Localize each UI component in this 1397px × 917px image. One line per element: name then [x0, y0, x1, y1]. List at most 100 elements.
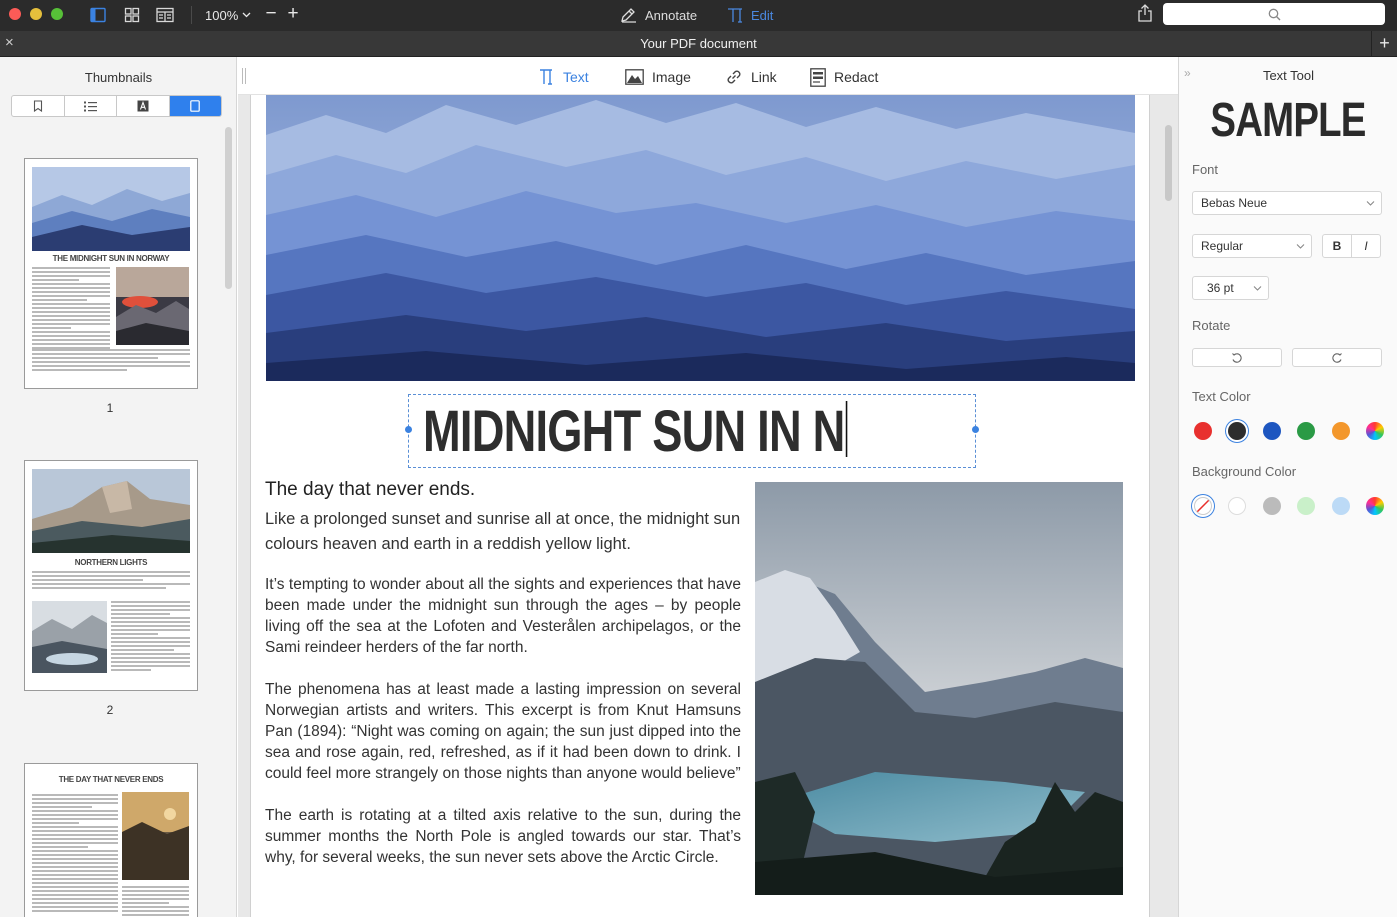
rotate-left-button[interactable]: [1192, 348, 1282, 367]
bookmarks-tab[interactable]: [12, 96, 65, 116]
search-input[interactable]: [1163, 3, 1385, 25]
font-family-value: Bebas Neue: [1201, 196, 1268, 210]
headline-text[interactable]: MIDNIGHT SUN IN N: [423, 398, 848, 465]
background-color-gray[interactable]: [1263, 497, 1281, 515]
grid-view-icon[interactable]: [123, 5, 141, 25]
chevron-down-icon: [1253, 286, 1262, 291]
thumbnail-photo: [116, 267, 189, 345]
list-icon: [83, 101, 97, 111]
image-tool-button[interactable]: Image: [625, 67, 691, 87]
chevron-down-icon: [1296, 244, 1305, 249]
pen-icon: [621, 8, 636, 23]
new-tab-button[interactable]: +: [1371, 31, 1397, 56]
font-style-value: Regular: [1201, 239, 1244, 253]
text-color-orange[interactable]: [1332, 422, 1350, 440]
text-tool-label: Text: [563, 69, 589, 85]
article-text-column[interactable]: The day that never ends. Like a prolonge…: [265, 479, 741, 889]
link-icon: [727, 70, 741, 84]
document-title: Your PDF document: [640, 36, 757, 51]
article-paragraph[interactable]: The phenomena has at least made a lastin…: [265, 679, 741, 784]
bookmark-icon: [33, 100, 42, 112]
thumbnail-heading: THE DAY THAT NEVER ENDS: [58, 775, 164, 784]
redact-icon: [810, 67, 826, 87]
bold-button[interactable]: B: [1322, 234, 1352, 258]
text-color-green[interactable]: [1297, 422, 1315, 440]
thumbnail-heading: THE MIDNIGHT SUN IN NORWAY: [52, 254, 170, 263]
text-tool-icon: [540, 69, 552, 85]
edit-mode-button[interactable]: Edit: [727, 4, 773, 26]
text-color-blue[interactable]: [1263, 422, 1281, 440]
document-canvas: MIDNIGHT SUN IN N The day that never end…: [238, 95, 1178, 917]
text-color-label: Text Color: [1192, 389, 1251, 404]
zoom-out-button[interactable]: −: [263, 3, 279, 25]
edit-label: Edit: [751, 7, 774, 23]
chevron-down-icon: [1366, 201, 1375, 206]
background-color-light-green[interactable]: [1297, 497, 1315, 515]
rotate-clockwise-icon: [1332, 352, 1342, 363]
outline-tab[interactable]: [65, 96, 117, 116]
zoom-dropdown[interactable]: 100%: [205, 6, 251, 24]
text-cursor-icon: [728, 8, 742, 23]
font-sample-preview: SAMPLE: [1179, 93, 1397, 148]
redact-tool-label: Redact: [834, 69, 879, 85]
text-tool-panel: » Text Tool SAMPLE Font Bebas Neue Regul…: [1178, 57, 1397, 917]
share-icon[interactable]: [1137, 4, 1155, 24]
mountain-hero-image[interactable]: [266, 95, 1135, 381]
window-close-button[interactable]: [9, 8, 21, 20]
window-maximize-button[interactable]: [51, 8, 63, 20]
document-scrollbar[interactable]: [1165, 125, 1172, 201]
background-color-custom-picker[interactable]: [1366, 497, 1384, 515]
edit-tools-toolbar: Text Image Link Redact: [238, 57, 1178, 95]
page-icon: [190, 100, 201, 112]
thumbnail-text-lines: [32, 349, 190, 373]
page-thumbnail[interactable]: NORTHERN LIGHTS: [24, 460, 198, 691]
sidebar-view-switcher: [11, 95, 222, 117]
sidebar-scrollbar[interactable]: [225, 127, 232, 289]
article-paragraph[interactable]: The earth is rotating at a tilted axis r…: [265, 805, 741, 868]
background-color-white[interactable]: [1228, 497, 1246, 515]
resize-handle-right[interactable]: [972, 426, 979, 433]
thumbnails-sidebar: Thumbnails THE MIDNIGHT SUN IN NORWAY 1 …: [0, 57, 237, 917]
rotate-counterclockwise-icon: [1232, 352, 1242, 363]
article-lead[interactable]: Like a prolonged sunset and sunrise all …: [265, 507, 741, 557]
sidebar-title: Thumbnails: [84, 70, 153, 85]
font-style-select[interactable]: Regular: [1192, 234, 1312, 258]
font-family-select[interactable]: Bebas Neue: [1192, 191, 1382, 215]
annotations-tab[interactable]: [117, 96, 170, 116]
page-thumbnail[interactable]: THE MIDNIGHT SUN IN NORWAY: [24, 158, 198, 389]
rotate-right-button[interactable]: [1292, 348, 1382, 367]
font-sample-text: SAMPLE: [1210, 94, 1367, 147]
text-color-custom-picker[interactable]: [1366, 422, 1384, 440]
window-minimize-button[interactable]: [30, 8, 42, 20]
thumbnails-tab[interactable]: [169, 96, 221, 116]
article-paragraph[interactable]: It’s tempting to wonder about all the si…: [265, 574, 741, 658]
panel-title: Text Tool: [1262, 68, 1315, 83]
text-caret: [846, 401, 848, 457]
window-titlebar: 100% − + Annotate Edit: [0, 0, 1397, 31]
annotate-mode-button[interactable]: Annotate: [620, 4, 697, 26]
font-label: Font: [1192, 162, 1219, 177]
link-tool-button[interactable]: Link: [725, 67, 777, 87]
text-color-black[interactable]: [1228, 422, 1246, 440]
page-layout-icon[interactable]: [155, 5, 175, 25]
background-color-light-blue[interactable]: [1332, 497, 1350, 515]
background-color-none[interactable]: [1194, 497, 1212, 515]
zoom-value: 100%: [205, 7, 239, 23]
thumbnail-page-number: 1: [106, 401, 114, 415]
selected-text-box[interactable]: MIDNIGHT SUN IN N: [405, 394, 979, 468]
font-size-select[interactable]: 36 pt: [1192, 276, 1269, 300]
mountain-lake-photo[interactable]: [755, 482, 1123, 895]
sidebar-toggle-icon[interactable]: [89, 5, 107, 25]
font-size-value: 36 pt: [1207, 281, 1234, 295]
page-thumbnail[interactable]: THE DAY THAT NEVER ENDS: [24, 763, 198, 917]
italic-button[interactable]: I: [1351, 234, 1381, 258]
redact-tool-button[interactable]: Redact: [810, 67, 878, 87]
zoom-in-button[interactable]: +: [285, 3, 301, 25]
thumbnail-hero-image: [32, 469, 190, 553]
resize-handle-left[interactable]: [405, 426, 412, 433]
article-subheading[interactable]: The day that never ends.: [265, 479, 741, 501]
text-tool-button[interactable]: Text: [539, 67, 589, 87]
thumbnail-photo: [32, 601, 107, 673]
drag-handle[interactable]: [242, 68, 246, 84]
text-color-red[interactable]: [1194, 422, 1212, 440]
